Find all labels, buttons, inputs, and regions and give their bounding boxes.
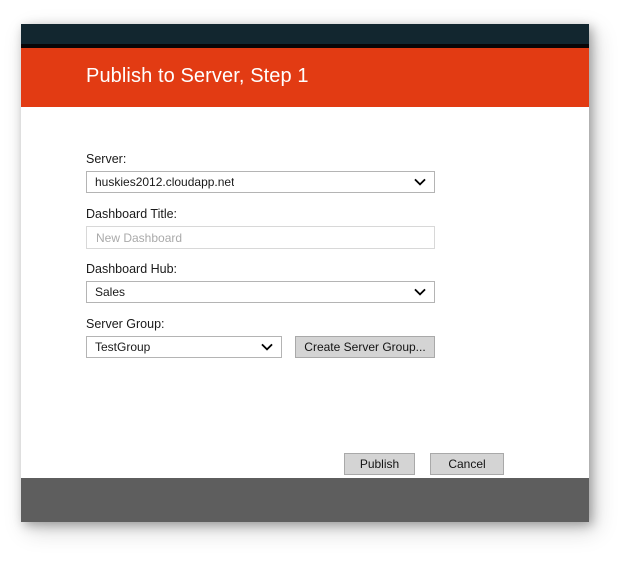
dashboard-hub-combobox[interactable]: Sales [86,281,435,303]
server-group-combobox[interactable]: TestGroup [86,336,282,358]
publish-dialog-window: Publish to Server, Step 1 Server: huskie… [21,24,589,522]
chevron-down-icon [414,286,426,298]
server-group-label: Server Group: [86,317,165,331]
dashboard-hub-selected-value: Sales [95,285,126,299]
dashboard-hub-field-group: Dashboard Hub: Sales [86,262,435,303]
server-selected-value: huskies2012.cloudapp.net [95,175,235,189]
chevron-down-icon [414,176,426,188]
window-title-bar [21,24,589,44]
dialog-header-band: Publish to Server, Step 1 [21,48,589,107]
server-label: Server: [86,152,127,166]
cancel-button[interactable]: Cancel [430,453,504,475]
window-footer-bar [21,478,589,522]
dashboard-title-field-group: Dashboard Title: New Dashboard [86,207,435,249]
create-server-group-button[interactable]: Create Server Group... [295,336,435,358]
server-field-group: Server: huskies2012.cloudapp.net [86,152,435,193]
dashboard-title-label: Dashboard Title: [86,207,178,221]
server-combobox[interactable]: huskies2012.cloudapp.net [86,171,435,193]
server-group-row: TestGroup Create Server Group... [86,336,435,358]
server-group-selected-value: TestGroup [95,340,151,354]
dialog-body: Server: huskies2012.cloudapp.net Dashboa… [21,107,589,477]
dashboard-hub-label: Dashboard Hub: [86,262,178,276]
dashboard-title-input[interactable]: New Dashboard [86,226,435,249]
publish-button[interactable]: Publish [344,453,415,475]
dialog-action-row: Publish Cancel [344,453,504,475]
server-group-field-group: Server Group: TestGroup Create Server Gr… [86,317,435,358]
page-title: Publish to Server, Step 1 [86,65,309,87]
chevron-down-icon [261,341,273,353]
